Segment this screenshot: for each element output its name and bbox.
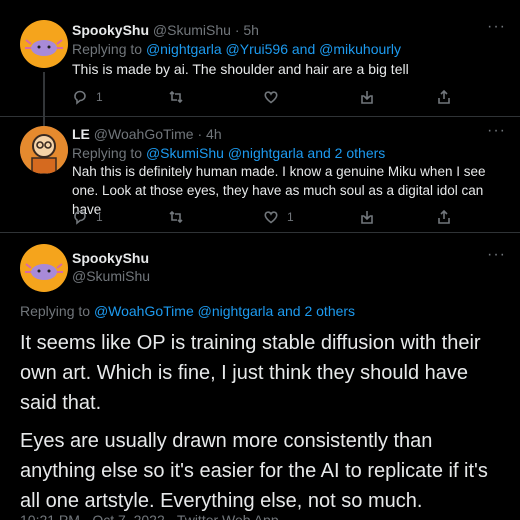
like-button[interactable]	[263, 88, 297, 106]
action-bar: 1 1	[72, 208, 452, 226]
user-handle[interactable]: @WoahGoTime	[94, 126, 194, 142]
share-button[interactable]	[436, 208, 452, 226]
tweet-text: This is made by ai. The shoulder and hai…	[72, 61, 409, 77]
replying-to-label: Replying to	[20, 303, 94, 319]
tweet-header: LE @WoahGoTime · 4h	[72, 126, 222, 142]
avatar-axolotl-icon	[25, 39, 63, 56]
download-icon	[360, 211, 373, 224]
reply-count: 1	[96, 210, 103, 224]
reply-icon	[74, 90, 86, 105]
thread-line	[43, 72, 45, 116]
download-button[interactable]	[359, 88, 375, 106]
replying-to: Replying to @nightgarla @Yrui596 and @mi…	[72, 41, 401, 57]
like-count: 1	[287, 210, 294, 224]
retweet-icon	[168, 210, 183, 224]
avatar-axolotl-icon	[25, 263, 63, 280]
avatar-cartoon-icon	[20, 126, 68, 174]
tweet-1[interactable]: SpookyShu @SkumiShu · 5h ··· Replying to…	[0, 0, 520, 116]
replying-to-links[interactable]: @SkumiShu @nightgarla and 2 others	[146, 145, 385, 161]
more-icon[interactable]: ···	[487, 122, 506, 140]
display-name[interactable]: LE	[72, 126, 90, 142]
tweet-paragraph-1: It seems like OP is training stable diff…	[20, 332, 481, 414]
thread-line	[43, 116, 45, 126]
reply-button[interactable]: 1	[72, 208, 106, 226]
like-icon	[264, 211, 278, 224]
reply-count: 1	[96, 90, 103, 104]
reply-icon	[74, 210, 86, 225]
timestamp[interactable]: 4h	[206, 126, 222, 142]
focused-tweet: SpookyShu @SkumiShu ··· Replying to @Woa…	[0, 232, 520, 520]
retweet-button[interactable]	[168, 88, 202, 106]
download-icon	[360, 91, 373, 104]
like-icon	[264, 91, 278, 104]
avatar[interactable]	[20, 20, 68, 68]
replying-to-label: Replying to	[72, 41, 146, 57]
like-button[interactable]: 1	[263, 208, 297, 226]
share-icon	[438, 209, 450, 224]
replying-to-links[interactable]: @nightgarla @Yrui596 and @mikuhourly	[146, 41, 401, 57]
tweet-meta: 10:21 PM · Oct 7, 2022 · Twitter Web App	[20, 512, 279, 520]
replying-to: Replying to @WoahGoTime @nightgarla and …	[20, 303, 355, 319]
replying-to-links[interactable]: @WoahGoTime @nightgarla and 2 others	[94, 303, 355, 319]
share-icon	[438, 89, 450, 104]
separator-dot: ·	[197, 126, 203, 142]
avatar[interactable]	[20, 244, 68, 292]
display-name[interactable]: SpookyShu	[72, 250, 149, 266]
timestamp[interactable]: 5h	[243, 22, 259, 38]
share-button[interactable]	[436, 88, 452, 106]
user-handle[interactable]: @SkumiShu	[153, 22, 231, 38]
replying-to-label: Replying to	[72, 145, 146, 161]
download-button[interactable]	[359, 208, 375, 226]
replying-to: Replying to @SkumiShu @nightgarla and 2 …	[72, 145, 385, 161]
user-handle[interactable]: @SkumiShu	[72, 268, 150, 284]
more-icon[interactable]: ···	[487, 18, 506, 36]
action-bar: 1	[72, 88, 452, 106]
avatar[interactable]	[20, 126, 68, 174]
tweet-header: SpookyShu @SkumiShu · 5h	[72, 22, 259, 38]
more-icon[interactable]: ···	[487, 246, 506, 264]
reply-button[interactable]: 1	[72, 88, 106, 106]
separator-dot: ·	[234, 22, 240, 38]
tweet-paragraph-2: Eyes are usually drawn more consistently…	[20, 430, 488, 512]
retweet-icon	[168, 90, 183, 104]
retweet-button[interactable]	[168, 208, 202, 226]
display-name[interactable]: SpookyShu	[72, 22, 149, 38]
tweet-2[interactable]: LE @WoahGoTime · 4h ··· Replying to @Sku…	[0, 116, 520, 232]
